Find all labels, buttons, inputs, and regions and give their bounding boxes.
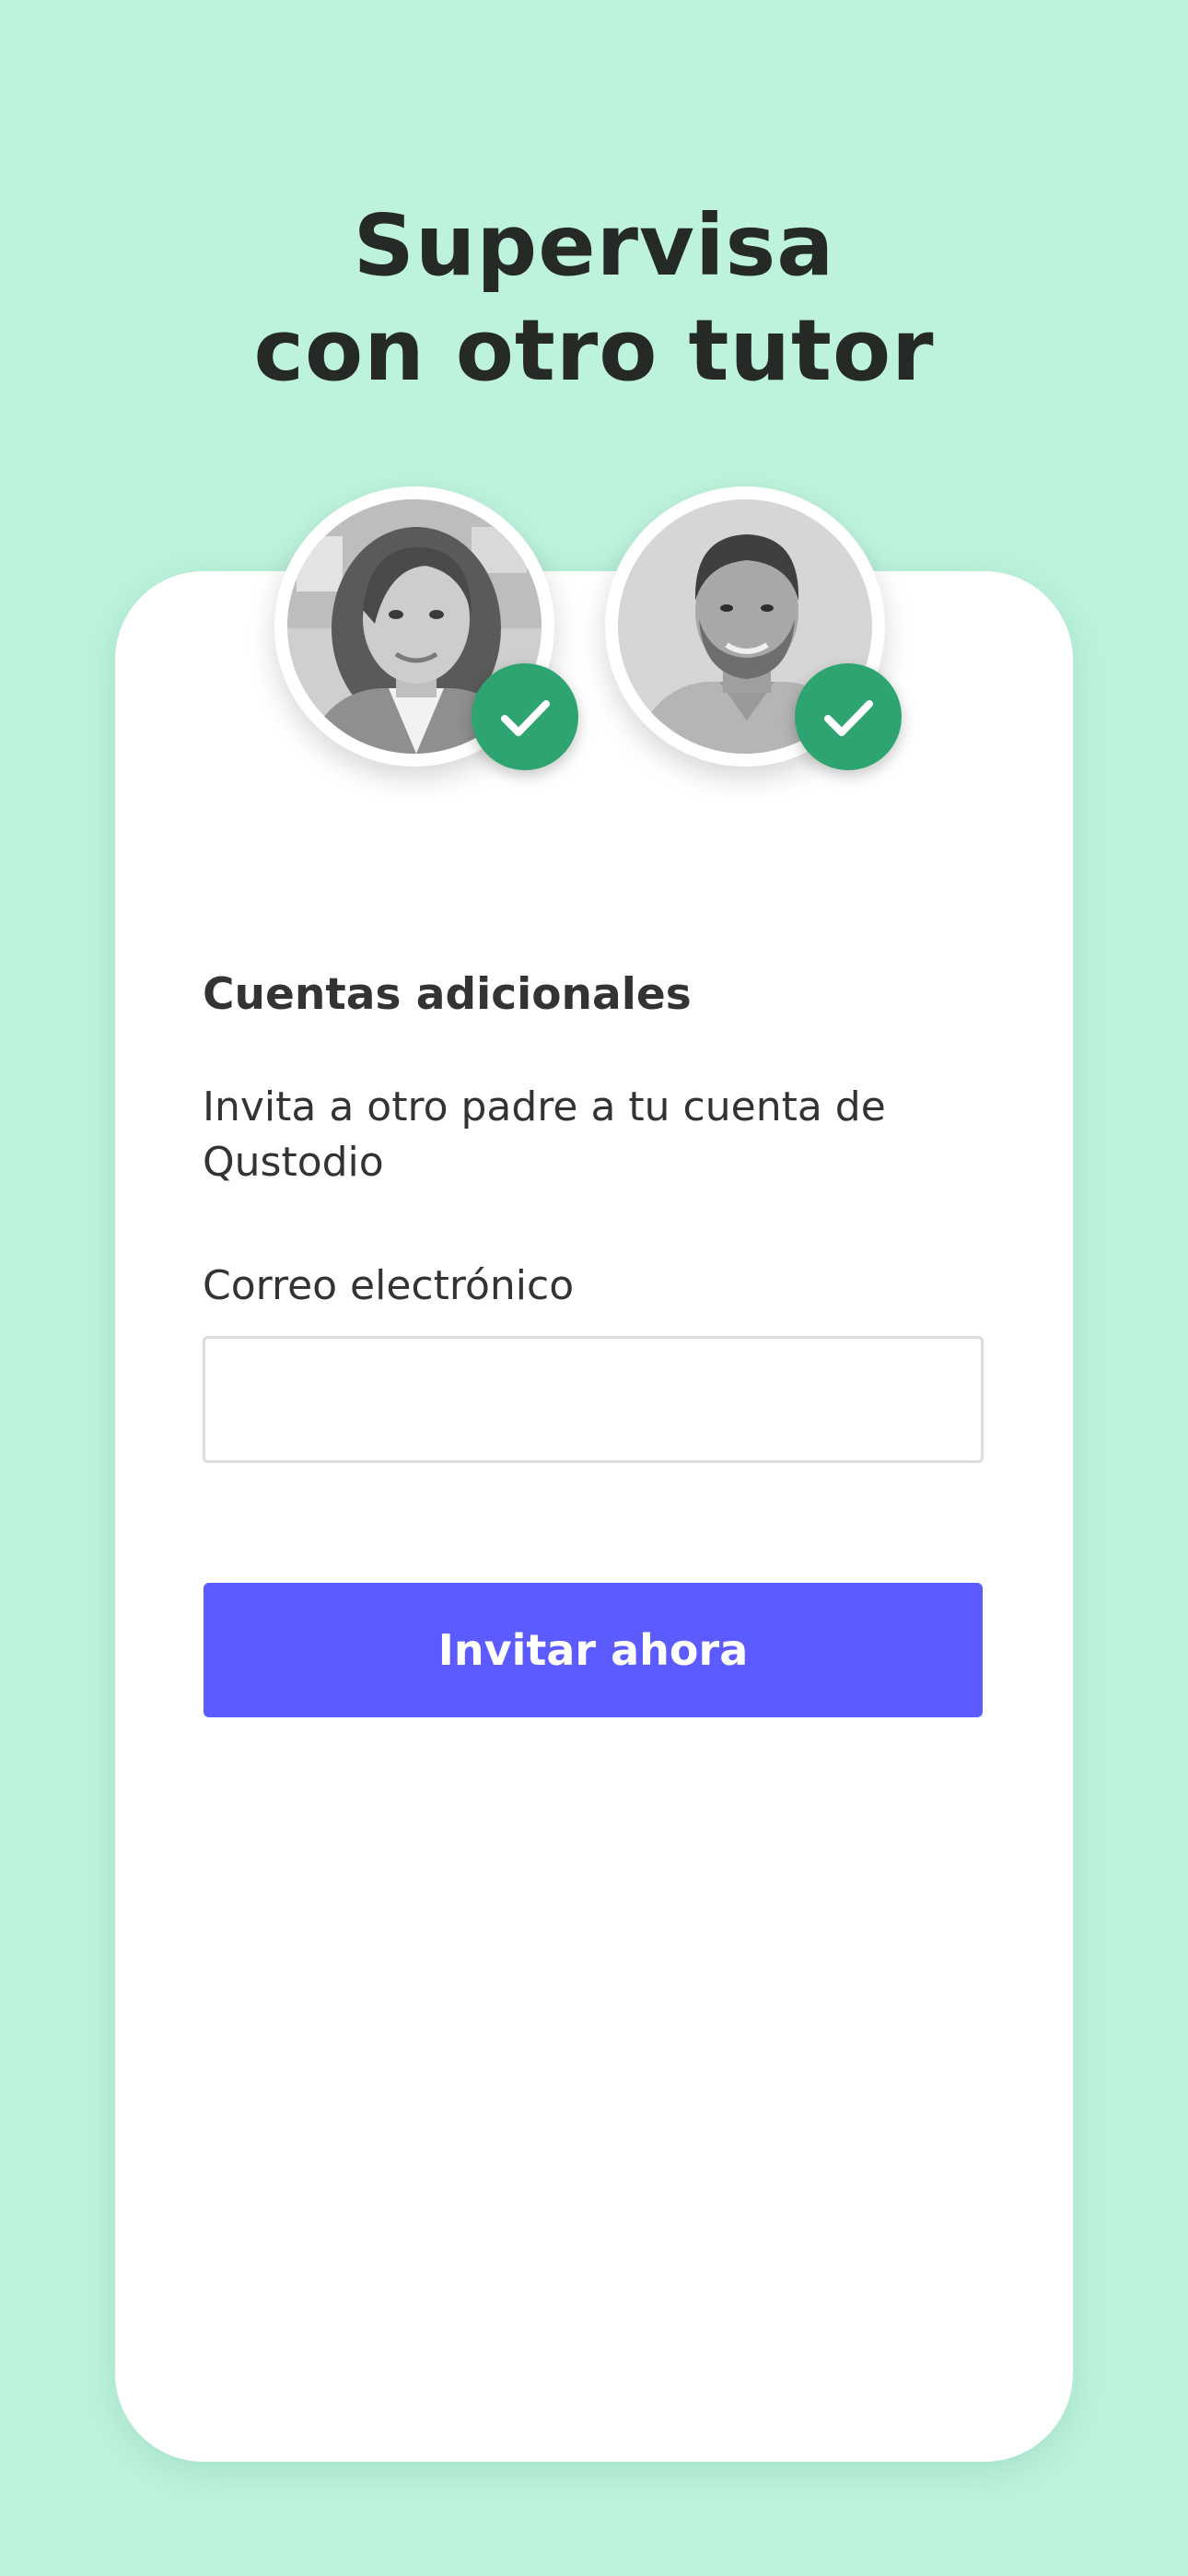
section-title: Cuentas adicionales bbox=[203, 969, 692, 1020]
verified-badge bbox=[795, 663, 902, 770]
page-title: Supervisa con otro tutor bbox=[0, 193, 1188, 404]
email-field[interactable] bbox=[203, 1336, 984, 1463]
description-text: Invita a otro padre a tu cuenta de Qusto… bbox=[203, 1083, 886, 1186]
check-icon bbox=[824, 700, 873, 736]
page-title-line2: con otro tutor bbox=[253, 301, 935, 400]
invite-now-button[interactable]: Invitar ahora bbox=[204, 1583, 983, 1717]
invite-tutor-screen: Supervisa con otro tutor Cuentas adicion… bbox=[0, 0, 1188, 2576]
verified-badge bbox=[472, 663, 578, 770]
page-title-line1: Supervisa bbox=[353, 196, 835, 295]
email-label: Correo electrónico bbox=[203, 1262, 575, 1309]
invite-card bbox=[115, 571, 1073, 2462]
check-icon bbox=[501, 700, 550, 736]
